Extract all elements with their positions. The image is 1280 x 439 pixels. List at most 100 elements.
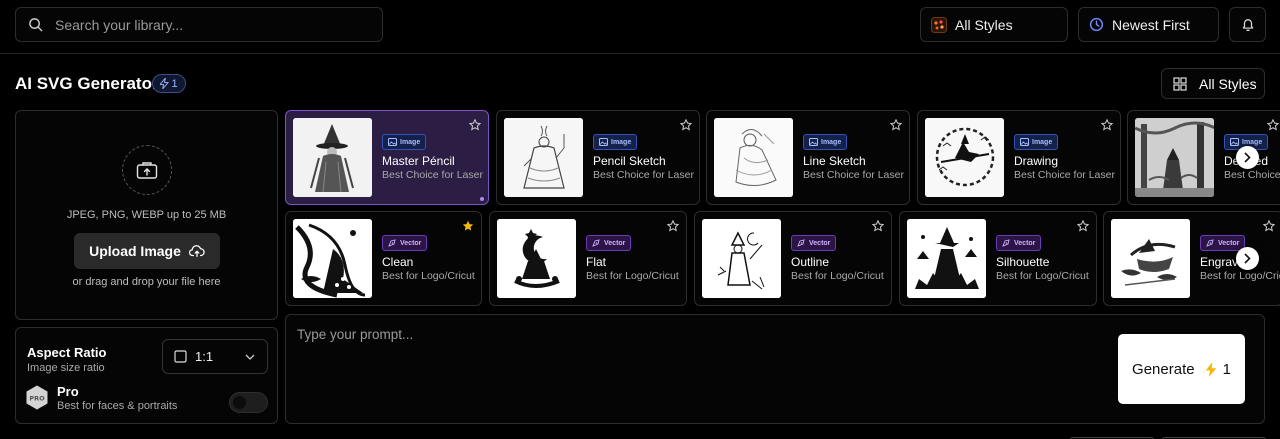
upload-image-button[interactable]: Upload Image xyxy=(74,233,220,269)
style-type-label: Image xyxy=(1242,138,1263,146)
chevron-right-icon xyxy=(1244,152,1251,163)
style-name: Pencil Sketch xyxy=(593,154,666,168)
pro-badge-text: PRO xyxy=(29,395,45,403)
favorite-star-icon[interactable] xyxy=(469,119,481,131)
aspect-ratio-select[interactable]: 1:1 xyxy=(162,339,268,374)
style-card-flat[interactable]: Vector Flat Best for Logo/Cricut xyxy=(489,211,687,306)
favorite-star-icon[interactable] xyxy=(680,119,692,131)
pro-toggle[interactable] xyxy=(229,392,268,413)
style-type-label: Vector xyxy=(1014,239,1036,247)
clock-icon xyxy=(1089,17,1104,32)
aspect-ratio-value: 1:1 xyxy=(195,349,214,364)
credits-badge: 1 xyxy=(152,74,186,93)
styles-filter-button[interactable]: All Styles xyxy=(920,7,1068,42)
favorite-star-icon[interactable] xyxy=(890,119,902,131)
search-input[interactable] xyxy=(55,16,355,33)
style-type-tag: Vector xyxy=(382,235,428,251)
style-type-tag: Vector xyxy=(1200,235,1246,251)
generate-button[interactable]: Generate 1 xyxy=(1118,334,1245,404)
style-description: Best for Logo/Cricut xyxy=(382,270,475,282)
style-card-silhouette[interactable]: Vector Silhouette Best for Logo/Cricut xyxy=(899,211,1097,306)
style-description: Best for Logo/Cricut xyxy=(586,270,679,282)
style-thumbnail-clean xyxy=(293,219,372,298)
style-type-label: Image xyxy=(1032,138,1053,146)
style-description: Best Choice for Laser xyxy=(382,169,483,181)
style-card-clean[interactable]: Vector Clean Best for Logo/Cricut xyxy=(285,211,482,306)
style-type-label: Vector xyxy=(604,239,626,247)
page-title: AI SVG Generator xyxy=(15,74,159,93)
scroll-right-button-row2[interactable] xyxy=(1236,247,1259,270)
upload-box-icon xyxy=(136,160,158,180)
search-icon xyxy=(28,17,43,32)
upload-button-label: Upload Image xyxy=(89,243,181,259)
search-bar[interactable] xyxy=(15,7,383,42)
style-thumbnail-outline xyxy=(702,219,781,298)
vector-type-icon xyxy=(592,239,601,247)
favorite-star-icon[interactable] xyxy=(1101,119,1113,131)
style-card-line-sketch[interactable]: Image Line Sketch Best Choice for Laser xyxy=(706,110,910,205)
header-divider xyxy=(0,53,1280,54)
favorite-star-icon[interactable] xyxy=(1263,220,1275,232)
style-type-tag: Image xyxy=(382,134,427,150)
toggle-knob xyxy=(233,396,246,409)
style-name: Outline xyxy=(791,255,830,269)
favorite-star-icon[interactable] xyxy=(667,220,679,232)
styles-filter-label: All Styles xyxy=(955,16,1013,33)
pro-sublabel: Best for faces & portraits xyxy=(57,400,178,412)
favorite-star-icon[interactable] xyxy=(1267,119,1279,131)
chevron-down-icon xyxy=(245,354,255,360)
grid-icon xyxy=(1173,76,1187,91)
style-thumbnail-engraving xyxy=(1111,219,1190,298)
style-type-tag: Image xyxy=(803,134,848,150)
style-thumbnail-flat xyxy=(497,219,576,298)
bell-icon xyxy=(1241,18,1255,32)
image-type-icon xyxy=(388,138,397,146)
style-type-label: Image xyxy=(400,138,421,146)
style-card-outline[interactable]: Vector Outline Best for Logo/Cricut xyxy=(694,211,892,306)
upload-dropzone[interactable]: JPEG, PNG, WEBP up to 25 MB Upload Image… xyxy=(15,110,278,320)
style-type-tag: Vector xyxy=(586,235,632,251)
style-card-pencil-sketch[interactable]: Image Pencil Sketch Best Choice for Laser xyxy=(496,110,700,205)
chevron-right-icon xyxy=(1244,253,1251,264)
notifications-button[interactable] xyxy=(1229,7,1266,42)
style-description: Best Choice for Laser xyxy=(1014,169,1115,181)
style-description: Best Choice for Laser xyxy=(1224,169,1280,181)
style-thumbnail-master-p-ncil xyxy=(293,118,372,197)
all-styles-button[interactable]: All Styles xyxy=(1161,68,1265,99)
style-name: Line Sketch xyxy=(803,154,866,168)
style-name: Master Péncil xyxy=(382,154,455,168)
vector-type-icon xyxy=(388,239,397,247)
style-thumbnail-silhouette xyxy=(907,219,986,298)
prompt-panel: Generate 1 xyxy=(285,314,1265,424)
aspect-ratio-sublabel: Image size ratio xyxy=(27,362,105,374)
favorite-star-icon[interactable] xyxy=(872,220,884,232)
prompt-input[interactable] xyxy=(297,327,1097,407)
sort-button[interactable]: Newest First xyxy=(1078,7,1219,42)
cloud-upload-icon xyxy=(188,244,205,258)
style-type-label: Vector xyxy=(1218,239,1240,247)
style-card-drawing[interactable]: Image Drawing Best Choice for Laser xyxy=(917,110,1121,205)
scroll-right-button-row1[interactable] xyxy=(1236,146,1259,169)
style-card-master-p-ncil[interactable]: Image Master Péncil Best Choice for Laser xyxy=(285,110,489,205)
generate-cost: 1 xyxy=(1222,360,1231,378)
all-styles-label: All Styles xyxy=(1199,75,1257,92)
image-type-icon xyxy=(1020,138,1029,146)
style-description: Best for Logo/Cricut xyxy=(996,270,1089,282)
favorite-star-icon[interactable] xyxy=(462,220,474,232)
style-name: Drawing xyxy=(1014,154,1059,168)
style-name: Clean xyxy=(382,255,414,269)
vector-type-icon xyxy=(797,239,806,247)
image-type-icon xyxy=(1230,138,1239,146)
upload-icon-circle xyxy=(122,145,172,195)
bolt-icon xyxy=(160,78,170,89)
generate-label: Generate xyxy=(1132,360,1195,378)
style-name: Flat xyxy=(586,255,607,269)
image-type-icon xyxy=(599,138,608,146)
style-type-label: Image xyxy=(611,138,632,146)
drag-drop-hint: or drag and drop your file here xyxy=(72,276,221,288)
favorite-star-icon[interactable] xyxy=(1077,220,1089,232)
sort-label: Newest First xyxy=(1112,16,1190,33)
style-type-label: Image xyxy=(821,138,842,146)
pro-label: Pro xyxy=(57,384,79,399)
selected-indicator xyxy=(480,197,484,201)
